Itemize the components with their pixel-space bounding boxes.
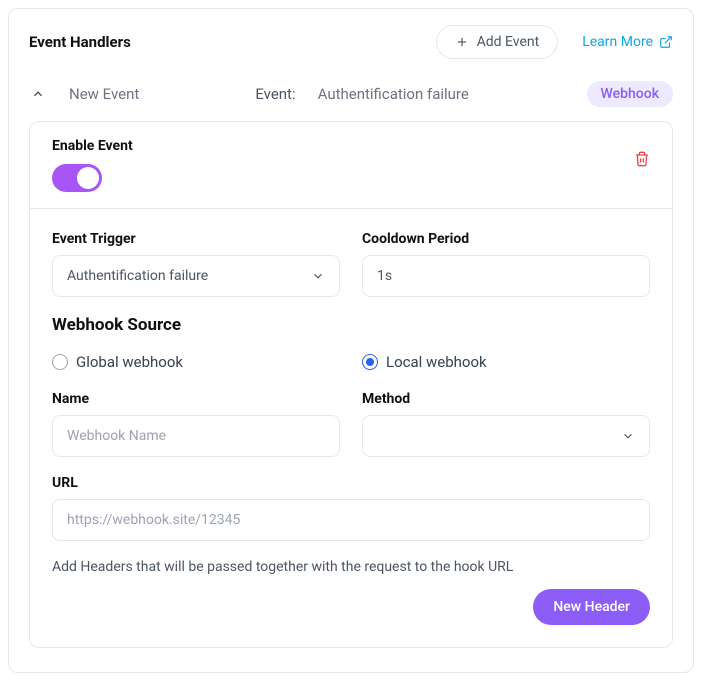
cooldown-col: Cooldown Period xyxy=(362,231,650,297)
url-label: URL xyxy=(52,475,650,491)
webhook-source-radios: Global webhook Local webhook xyxy=(52,353,650,371)
enable-left: Enable Event xyxy=(52,138,133,192)
event-trigger-label: Event Trigger xyxy=(52,231,340,247)
radio-icon xyxy=(362,354,378,370)
event-handlers-panel: Event Handlers Add Event Learn More New … xyxy=(8,8,694,673)
method-col: Method xyxy=(362,391,650,457)
webhook-source-heading: Webhook Source xyxy=(52,315,650,335)
url-input[interactable] xyxy=(52,499,650,541)
enable-event-label: Enable Event xyxy=(52,138,133,154)
toggle-knob xyxy=(77,167,99,189)
name-label: Name xyxy=(52,391,340,407)
external-link-icon xyxy=(659,35,673,49)
method-label: Method xyxy=(362,391,650,407)
cooldown-label: Cooldown Period xyxy=(362,231,650,247)
chevron-down-icon xyxy=(621,429,635,443)
local-webhook-label: Local webhook xyxy=(386,353,487,371)
learn-more-label: Learn More xyxy=(582,34,653,50)
event-trigger-value: Authentification failure xyxy=(67,268,208,284)
plus-icon xyxy=(455,35,469,49)
global-webhook-radio[interactable]: Global webhook xyxy=(52,353,340,371)
new-header-button[interactable]: New Header xyxy=(533,589,650,625)
add-event-button[interactable]: Add Event xyxy=(436,25,559,59)
panel-title: Event Handlers xyxy=(29,33,131,51)
trigger-col: Event Trigger Authentification failure xyxy=(52,231,340,297)
chevron-down-icon xyxy=(311,269,325,283)
name-method-row: Name Method xyxy=(52,391,650,457)
webhook-name-input[interactable] xyxy=(52,415,340,457)
event-summary-row: New Event Event: Authentification failur… xyxy=(29,81,673,121)
trigger-cooldown-row: Event Trigger Authentification failure C… xyxy=(52,231,650,297)
header-actions: Add Event Learn More xyxy=(436,25,673,59)
event-trigger-select[interactable]: Authentification failure xyxy=(52,255,340,297)
summary-event-label: Event: xyxy=(255,85,295,103)
name-col: Name xyxy=(52,391,340,457)
headers-helper-text: Add Headers that will be passed together… xyxy=(52,559,650,575)
method-select[interactable] xyxy=(362,415,650,457)
add-event-label: Add Event xyxy=(477,34,540,50)
event-form: Event Trigger Authentification failure C… xyxy=(30,209,672,647)
local-webhook-radio[interactable]: Local webhook xyxy=(362,353,650,371)
enable-section: Enable Event xyxy=(30,122,672,209)
collapse-toggle-icon[interactable] xyxy=(31,87,45,101)
new-header-row: New Header xyxy=(52,589,650,625)
radio-dot xyxy=(366,358,374,366)
enable-event-toggle[interactable] xyxy=(52,164,102,192)
url-col: URL xyxy=(52,475,650,541)
cooldown-input[interactable] xyxy=(362,255,650,297)
summary-new-event: New Event xyxy=(69,85,139,103)
delete-event-icon[interactable] xyxy=(634,150,650,168)
panel-header: Event Handlers Add Event Learn More xyxy=(29,25,673,59)
summary-event-value: Authentification failure xyxy=(318,85,571,103)
url-row: URL xyxy=(52,475,650,541)
webhook-badge: Webhook xyxy=(587,81,673,107)
radio-icon xyxy=(52,354,68,370)
learn-more-link[interactable]: Learn More xyxy=(582,34,673,50)
global-webhook-label: Global webhook xyxy=(76,353,183,371)
event-config-panel: Enable Event Event Trigger Authentificat… xyxy=(29,121,673,648)
